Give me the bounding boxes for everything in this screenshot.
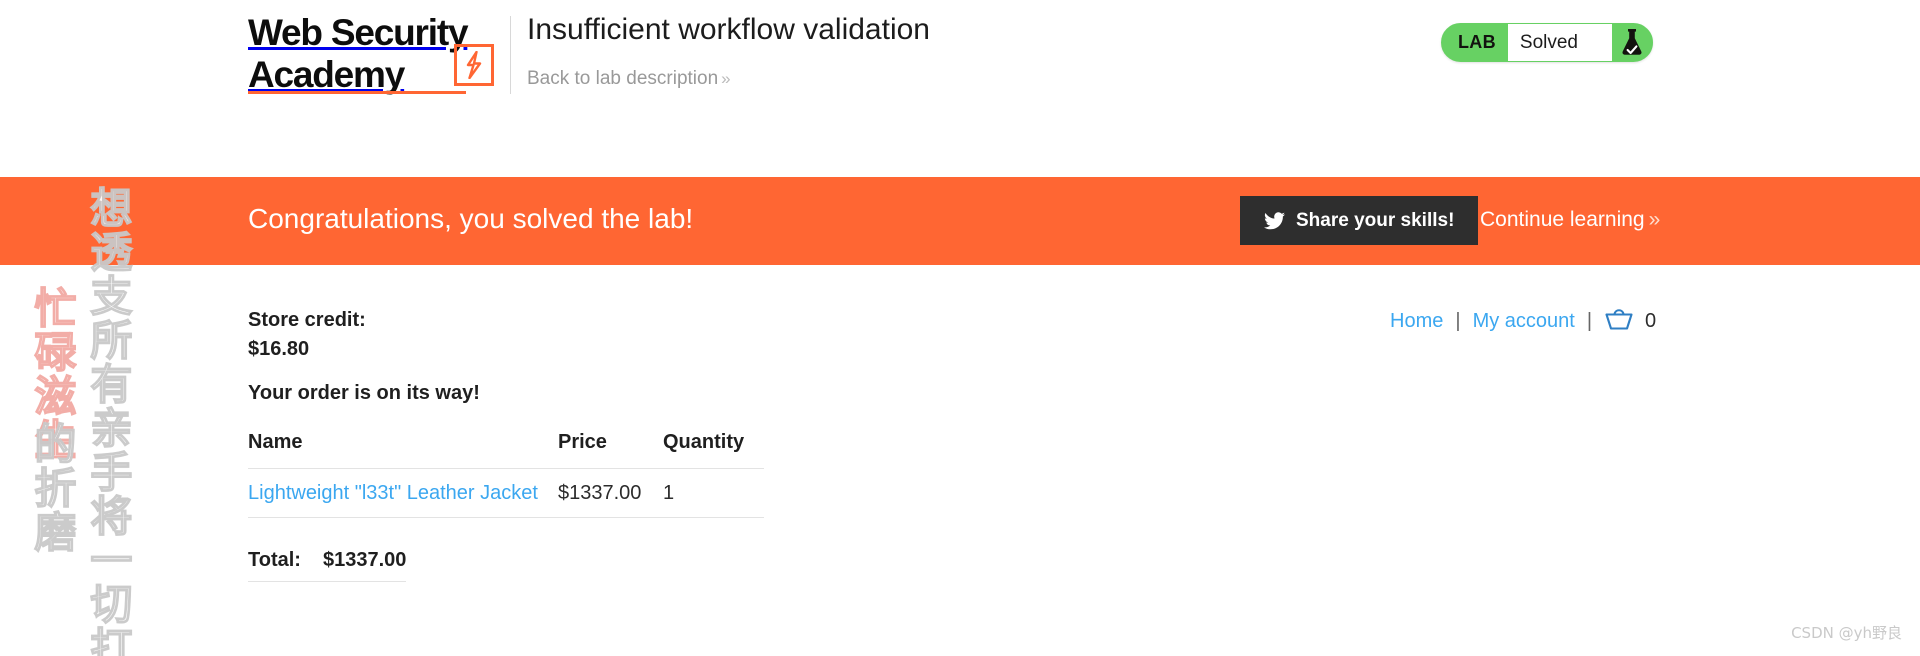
- twitter-bird-icon: [1264, 211, 1285, 230]
- lab-status-state: Solved: [1507, 24, 1612, 61]
- header-inner: Web Security Academy: [248, 12, 506, 96]
- continue-learning-link[interactable]: Continue learning»: [1480, 208, 1661, 232]
- lab-status-widget[interactable]: LAB Solved: [1441, 23, 1653, 62]
- logo-line-1: Web Security: [248, 12, 469, 53]
- nav-home-link[interactable]: Home: [1390, 310, 1443, 333]
- order-total-value: $1337.00: [322, 549, 407, 571]
- order-total: Total: $1337.00: [248, 549, 407, 582]
- table-row: Lightweight "l33t" Leather Jacket $1337.…: [248, 468, 764, 518]
- order-items-table: Name Price Quantity Lightweight "l33t" L…: [248, 431, 764, 518]
- flask-check-icon: [1611, 24, 1652, 61]
- lab-status-tag: LAB: [1458, 32, 1496, 52]
- back-to-lab-description-link[interactable]: Back to lab description»: [527, 68, 731, 90]
- column-header-quantity: Quantity: [663, 431, 745, 453]
- cell-product-price: $1337.00: [558, 468, 663, 518]
- page-title: Insufficient workflow validation: [527, 13, 930, 46]
- banner-message: Congratulations, you solved the lab!: [248, 203, 694, 234]
- store-credit-label: Store credit:: [248, 309, 366, 331]
- share-button-label: Share your skills!: [1296, 209, 1455, 231]
- product-link[interactable]: Lightweight "l33t" Leather Jacket: [248, 482, 538, 504]
- header-divider: [510, 16, 511, 94]
- shop-navigation: Home | My account | 0: [1390, 305, 1656, 337]
- csdn-watermark: CSDN @yh野良: [1791, 624, 1902, 642]
- order-confirmation-panel: Store credit: $16.80 Your order is on it…: [248, 265, 1148, 582]
- order-total-label: Total:: [248, 549, 301, 571]
- back-link-label: Back to lab description: [527, 68, 719, 89]
- header-titles: Insufficient workflow validation Back to…: [527, 12, 930, 90]
- column-header-price: Price: [558, 431, 607, 453]
- store-credit-value: $16.80: [248, 338, 310, 360]
- continue-learning-label: Continue learning: [1480, 208, 1645, 231]
- chevron-right-icon: »: [1648, 208, 1661, 231]
- lightning-bolt-icon: [454, 44, 494, 86]
- nav-separator: |: [1455, 309, 1461, 332]
- logo-line-2: Academy: [248, 54, 405, 95]
- nav-basket-link[interactable]: 0: [1604, 305, 1656, 337]
- nav-separator: |: [1586, 309, 1593, 332]
- page-root: Web Security Academy Insufficient workfl…: [0, 0, 1920, 656]
- academy-header: Web Security Academy Insufficient workfl…: [0, 0, 1920, 177]
- web-security-academy-logo[interactable]: Web Security Academy: [248, 12, 506, 96]
- shopping-basket-icon: [1604, 305, 1634, 337]
- chevron-right-icon: »: [721, 69, 731, 88]
- table-header-row: Name Price Quantity: [248, 431, 764, 469]
- basket-item-count: 0: [1645, 309, 1657, 332]
- cell-product-quantity: 1: [663, 468, 764, 518]
- main-content: Home | My account | 0 Store credit: $16.…: [0, 265, 1920, 656]
- column-header-name: Name: [248, 431, 303, 453]
- cell-product-name: Lightweight "l33t" Leather Jacket: [248, 468, 558, 518]
- nav-my-account-link[interactable]: My account: [1473, 310, 1575, 333]
- share-your-skills-button[interactable]: Share your skills!: [1240, 196, 1479, 245]
- lab-solved-banner: Congratulations, you solved the lab! Sha…: [0, 177, 1920, 265]
- order-status-message: Your order is on its way!: [248, 382, 480, 404]
- logo-underline: [248, 91, 466, 94]
